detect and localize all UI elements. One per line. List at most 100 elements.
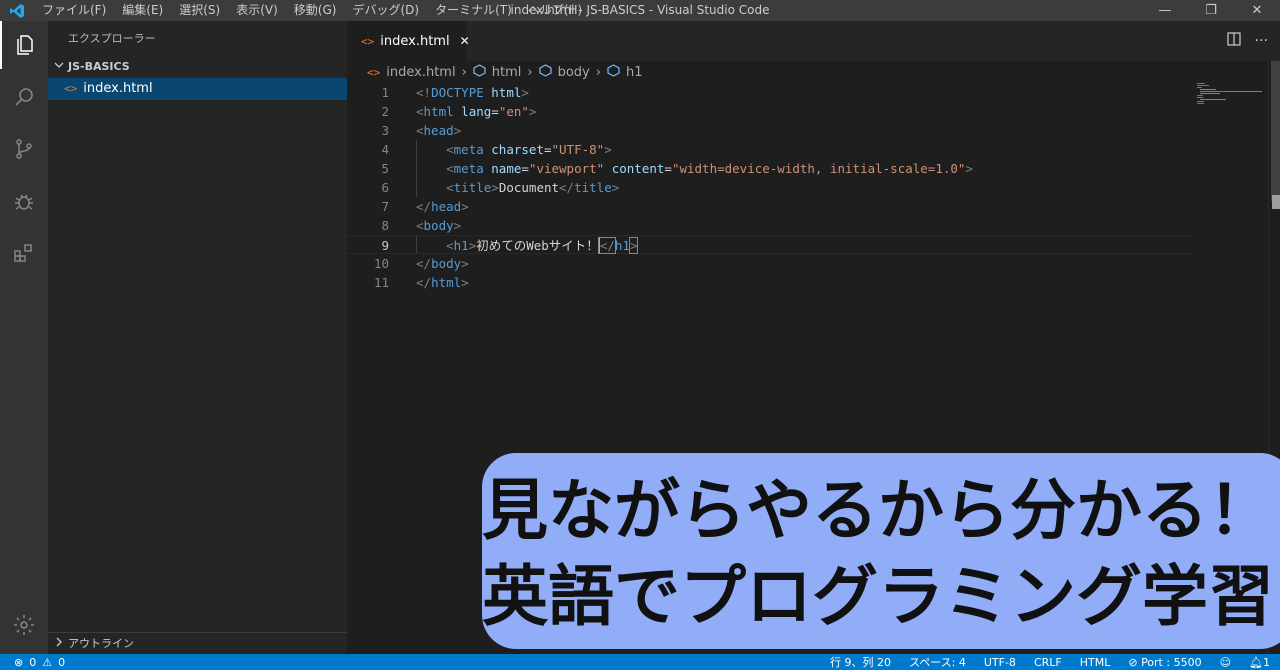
- split-editor-icon[interactable]: [1227, 32, 1241, 50]
- editor-tabs: <> index.html ✕ ···: [347, 21, 1280, 61]
- code-token: >: [453, 123, 462, 138]
- code-token: h1: [453, 238, 469, 253]
- status-bar: ⊗ 0 ⚠ 0 行 9、列 20 スペース: 4 UTF-8 CRLF HTML…: [0, 654, 1280, 670]
- menu-item[interactable]: ヘルプ(H): [520, 0, 590, 21]
- code-token: =: [664, 161, 672, 176]
- folder-section[interactable]: JS-BASICS: [48, 56, 347, 78]
- code-token: >: [628, 237, 639, 254]
- source-control-icon[interactable]: [0, 125, 48, 173]
- code-token: html: [423, 104, 454, 119]
- close-icon[interactable]: ✕: [460, 34, 470, 48]
- breadcrumb-item[interactable]: html: [492, 65, 522, 80]
- code-token: title: [453, 180, 492, 195]
- extensions-icon[interactable]: [0, 229, 48, 277]
- code-line[interactable]: 10 </body>: [347, 254, 1192, 273]
- code-text: <title>Document</title>: [416, 178, 619, 197]
- vscode-logo-icon: [0, 0, 34, 21]
- line-number: 10: [373, 256, 389, 271]
- error-count: 0: [29, 655, 37, 669]
- code-line[interactable]: 1 <!DOCTYPE html>: [347, 83, 1192, 102]
- line-number: 8: [381, 218, 389, 233]
- file-item-index-html[interactable]: <> index.html: [48, 78, 347, 100]
- code-line[interactable]: 3 <head>: [347, 121, 1192, 140]
- chevron-right-icon: ›: [461, 64, 467, 80]
- code-token: body: [431, 256, 462, 271]
- promo-banner: 見ながらやるから分かる！ 英語でプログラミング学習: [482, 453, 1280, 649]
- line-number: 2: [381, 104, 389, 119]
- html-file-icon: <>: [361, 34, 375, 48]
- menu-item[interactable]: 編集(E): [114, 0, 171, 21]
- live-server-port[interactable]: ⊘ Port : 5500: [1128, 656, 1201, 669]
- line-number: 7: [381, 199, 389, 214]
- close-window-button[interactable]: ✕: [1234, 0, 1280, 21]
- breadcrumb-item[interactable]: h1: [626, 65, 643, 80]
- code-line[interactable]: 2 <html lang="en">: [347, 102, 1192, 121]
- menu-item[interactable]: ファイル(F): [34, 0, 114, 21]
- code-token: Document: [498, 180, 560, 195]
- code-token: >: [965, 161, 973, 176]
- code-token: charset: [491, 142, 544, 157]
- search-icon[interactable]: [0, 73, 48, 121]
- encoding[interactable]: UTF-8: [984, 656, 1016, 669]
- code-token: <: [416, 123, 424, 138]
- minimize-button[interactable]: —: [1142, 0, 1188, 21]
- minimap[interactable]: [1197, 83, 1267, 123]
- code-token: html: [491, 85, 522, 100]
- feedback-icon[interactable]: ☺: [1220, 656, 1231, 669]
- menu-item[interactable]: 表示(V): [228, 0, 286, 21]
- symbol-icon: [607, 63, 620, 81]
- code-token: h1: [614, 238, 630, 253]
- banner-line-2: 英語でプログラミング学習: [482, 558, 1274, 635]
- notifications[interactable]: 🔔︎1: [1249, 656, 1270, 669]
- code-token: 初めてのWebサイト！: [476, 238, 599, 253]
- tab-index-html[interactable]: <> index.html ✕: [347, 21, 470, 61]
- debug-icon[interactable]: [0, 177, 48, 225]
- code-token: "viewport": [528, 161, 605, 176]
- problems-indicator[interactable]: ⊗ 0 ⚠ 0: [14, 656, 65, 669]
- line-ending[interactable]: CRLF: [1034, 656, 1062, 669]
- code-token: </: [416, 275, 432, 290]
- code-token: html: [431, 275, 462, 290]
- code-line[interactable]: 5 <meta name="viewport" content="width=d…: [347, 159, 1192, 178]
- code-token: "width=device-width, initial-scale=1.0": [671, 161, 966, 176]
- menu-item[interactable]: ターミナル(T): [427, 0, 520, 21]
- more-actions-icon[interactable]: ···: [1255, 33, 1268, 49]
- code-token: =: [521, 161, 529, 176]
- code-line[interactable]: 7 </head>: [347, 197, 1192, 216]
- code-text: <head>: [416, 121, 461, 140]
- restore-button[interactable]: ❐: [1188, 0, 1234, 21]
- code-line[interactable]: 6 <title>Document</title>: [347, 178, 1192, 197]
- breadcrumb-item[interactable]: index.html: [386, 65, 455, 80]
- line-number: 4: [381, 142, 389, 157]
- line-number: 6: [381, 180, 389, 195]
- breadcrumb-item[interactable]: body: [558, 65, 590, 80]
- code-token: head: [431, 199, 462, 214]
- menu-item[interactable]: 移動(G): [286, 0, 345, 21]
- code-text: <!DOCTYPE html>: [416, 83, 529, 102]
- code-line[interactable]: 4 <meta charset="UTF-8">: [347, 140, 1192, 159]
- code-token: meta: [453, 161, 484, 176]
- code-token: body: [423, 218, 454, 233]
- code-line[interactable]: 9 <h1>初めてのWebサイト！</h1>: [347, 235, 1192, 254]
- code-token: DOCTYPE: [431, 85, 484, 100]
- menu-item[interactable]: デバッグ(D): [344, 0, 427, 21]
- code-token: <: [416, 104, 424, 119]
- code-token: <: [446, 238, 454, 253]
- code-token: </: [597, 237, 616, 254]
- scrollbar-thumb[interactable]: [1271, 61, 1280, 201]
- chevron-right-icon: ›: [527, 64, 533, 80]
- language-mode[interactable]: HTML: [1080, 656, 1111, 669]
- menu-item[interactable]: 選択(S): [171, 0, 228, 21]
- outline-section[interactable]: アウトライン: [48, 632, 347, 654]
- code-token: </: [559, 180, 575, 195]
- gear-icon[interactable]: [0, 601, 48, 649]
- code-text: <meta name="viewport" content="width=dev…: [416, 159, 973, 178]
- indentation[interactable]: スペース: 4: [909, 654, 966, 670]
- cursor-position[interactable]: 行 9、列 20: [830, 654, 891, 670]
- code-line[interactable]: 8 <body>: [347, 216, 1192, 235]
- explorer-icon[interactable]: [0, 21, 48, 69]
- code-line[interactable]: 11 </html>: [347, 273, 1192, 292]
